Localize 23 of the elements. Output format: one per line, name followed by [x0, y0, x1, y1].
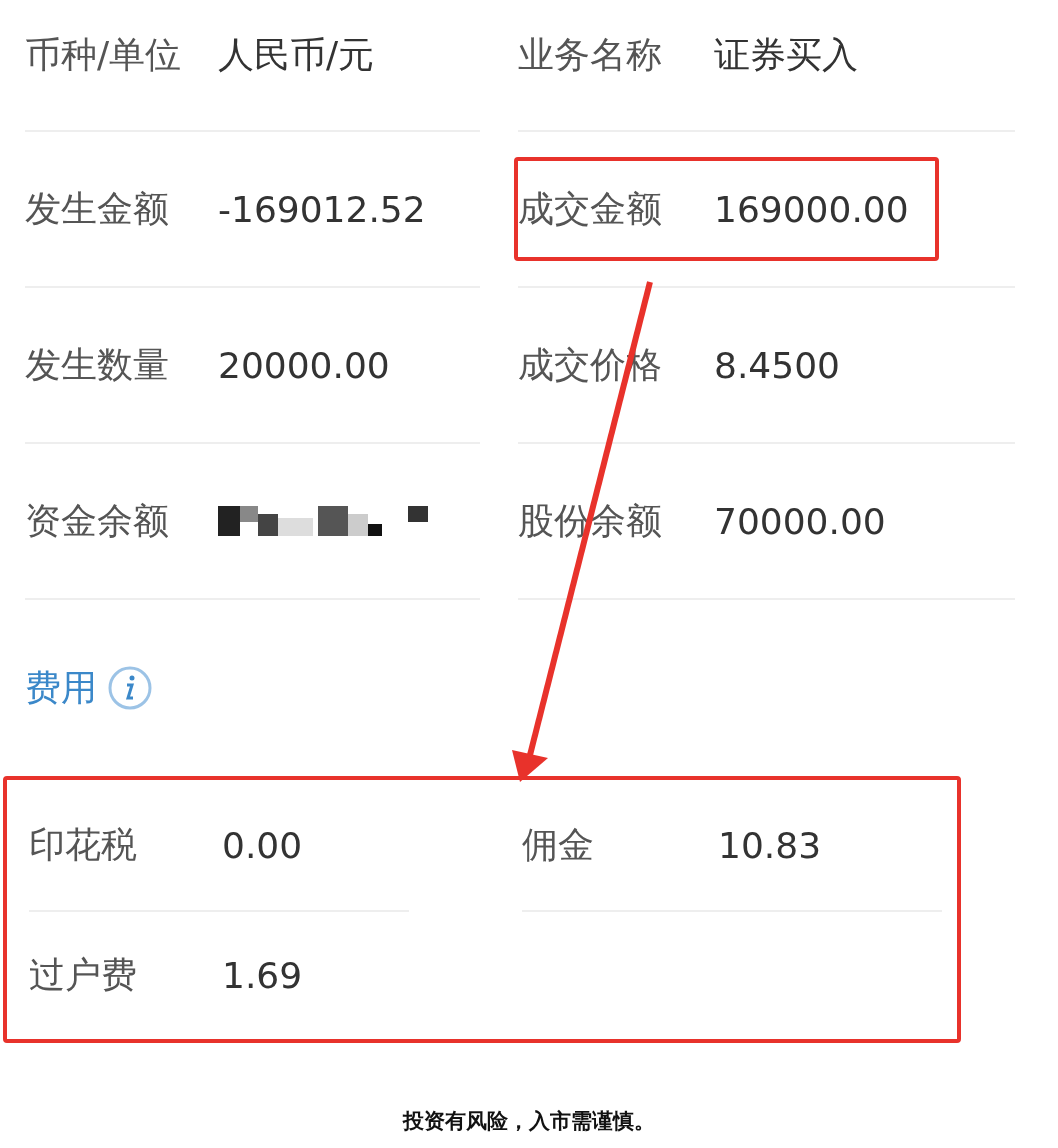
field-value: 70000.00 — [714, 500, 886, 542]
field-value: 证券买入 — [714, 32, 858, 77]
field-value: 10.83 — [718, 824, 822, 866]
field-value: 0.00 — [222, 824, 303, 866]
field-value: 20000.00 — [218, 344, 390, 386]
field-label: 发生金额 — [25, 186, 170, 231]
field-value: 1.69 — [222, 955, 303, 996]
field-label: 发生数量 — [25, 342, 170, 387]
field-label: 佣金 — [522, 822, 595, 867]
field-label: 资金余额 — [25, 498, 170, 543]
caption: 投资有风险，入市需谨慎。 — [401, 1108, 656, 1135]
field-value: 8.4500 — [714, 344, 840, 386]
field-label: 币种/单位 — [25, 32, 183, 77]
field-value: 人民币/元 — [218, 32, 375, 77]
field-label: 过户费 — [29, 953, 138, 997]
field-label: 印花税 — [29, 822, 138, 867]
field-label: 成交金额 — [518, 186, 663, 231]
info-icon — [107, 665, 153, 711]
field-value: 169000.00 — [714, 188, 909, 230]
field-value: -169012.52 — [218, 188, 426, 230]
field-label: 业务名称 — [518, 32, 663, 77]
field-label: 股份余额 — [518, 498, 663, 543]
section-title: 费用 — [25, 665, 97, 710]
